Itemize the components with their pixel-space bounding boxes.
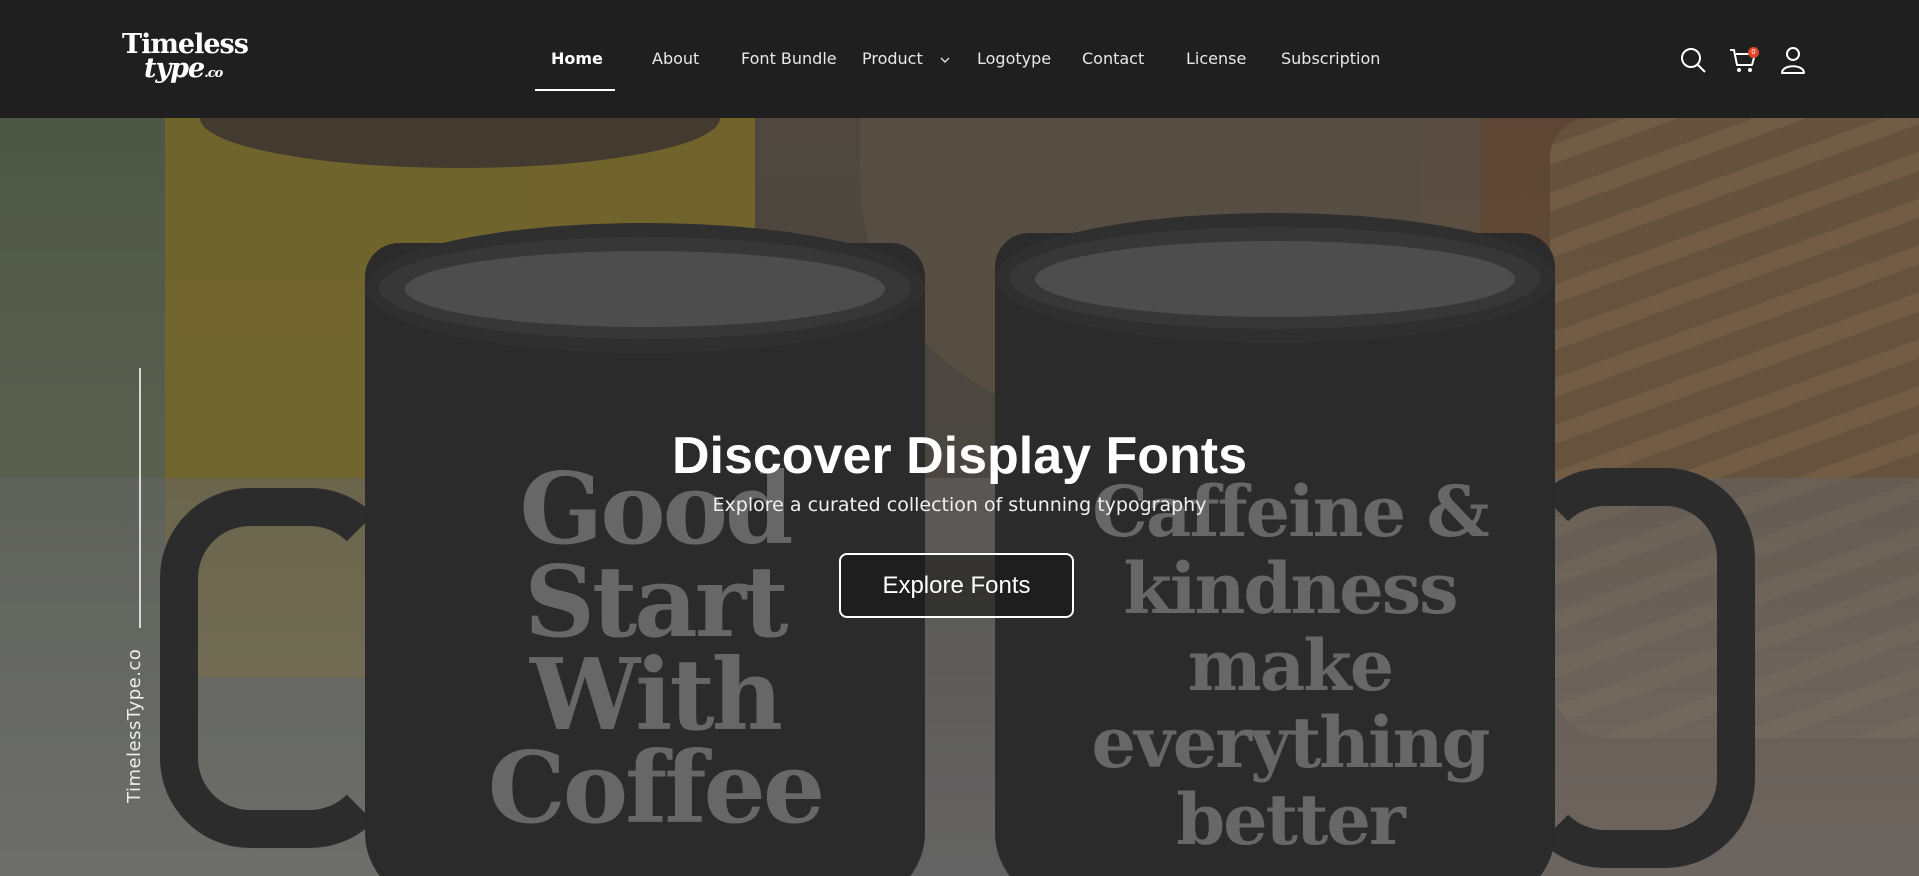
nav-about[interactable]: About [652, 48, 699, 70]
nav-active-indicator [535, 89, 615, 91]
nav-home[interactable]: Home [551, 48, 603, 70]
chevron-down-icon[interactable] [939, 54, 951, 66]
nav-font-bundle[interactable]: Font Bundle [741, 48, 837, 70]
main-nav: Home About Font Bundle Product Logotype … [0, 0, 1919, 118]
user-icon[interactable] [1778, 45, 1808, 75]
hero-title: Discover Display Fonts [671, 427, 1248, 485]
side-brand-label: TimelessType.co [124, 648, 145, 803]
site-header: Timeless type.co Home About Font Bundle … [0, 0, 1919, 118]
hero-subtitle: Explore a curated collection of stunning… [712, 494, 1207, 516]
nav-product[interactable]: Product [862, 48, 923, 70]
nav-logotype[interactable]: Logotype [977, 48, 1051, 70]
hero-section: Good Start With Coffee Caffeine & kindne… [0, 118, 1919, 876]
nav-contact[interactable]: Contact [1082, 48, 1144, 70]
nav-subscription[interactable]: Subscription [1281, 48, 1380, 70]
explore-fonts-button[interactable]: Explore Fonts [839, 553, 1074, 618]
search-icon[interactable] [1678, 45, 1708, 75]
cart-count-badge: 0 [1748, 47, 1759, 58]
nav-license[interactable]: License [1186, 48, 1246, 70]
